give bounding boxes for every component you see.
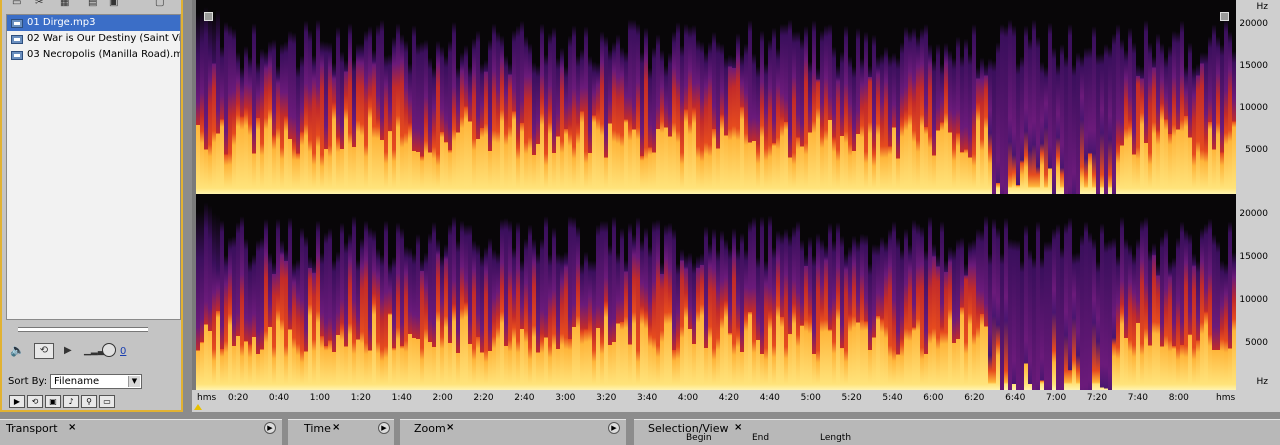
time-tick-label: 3:40	[637, 393, 658, 403]
tab-time[interactable]: Time	[304, 422, 331, 435]
time-panel: Time × ▶	[288, 419, 394, 445]
audio-file-icon	[11, 51, 23, 60]
time-tick-label: 6:00	[923, 393, 944, 403]
show-info-icon[interactable]: ▭	[99, 395, 115, 408]
insert-icon[interactable]: ▤	[88, 0, 97, 8]
time-tick-label: 1:20	[350, 393, 371, 403]
selection-length-header: Length	[820, 433, 852, 443]
zoom-panel: Zoom × ▶	[400, 419, 626, 445]
time-tick-label: 6:40	[1005, 393, 1026, 403]
time-unit-label-right: hms	[1216, 393, 1236, 403]
tab-zoom[interactable]: Zoom	[414, 422, 446, 435]
playhead-marker[interactable]	[194, 404, 202, 410]
auto-play-icon[interactable]: ▣	[45, 395, 61, 408]
time-tick-label: 4:40	[759, 393, 780, 403]
time-tick-label: 0:20	[228, 393, 249, 403]
time-tick-label: 0:40	[268, 393, 290, 403]
loop-file-icon[interactable]: ⟲	[27, 395, 43, 408]
zoom-handle-left-icon[interactable]	[204, 12, 213, 21]
sort-by-value: Filename	[54, 376, 100, 387]
time-tick-label: 6:20	[964, 393, 985, 403]
time-tick-label: 3:00	[555, 393, 576, 403]
files-panel: ▭ ✂ ▦ ▤ ▣ ▢ 01 Dirge.mp3 02 War is Our D…	[0, 0, 183, 412]
time-tick-label: 7:40	[1127, 393, 1149, 403]
selection-end-header: End	[752, 433, 770, 443]
time-tick-label: 5:20	[841, 393, 862, 403]
spectrogram[interactable]	[196, 0, 1236, 390]
hz-tick-label: 20000	[1239, 19, 1268, 29]
speaker-icon[interactable]: 🔈	[10, 343, 25, 357]
file-item-02[interactable]: 02 War is Our Destiny (Saint Vitus	[7, 31, 180, 47]
chevron-down-icon: ▼	[128, 376, 140, 387]
panel-menu-icon[interactable]: ▶	[264, 422, 276, 434]
hz-tick-label: 10000	[1239, 295, 1268, 305]
time-tick-label: 3:20	[596, 393, 617, 403]
filter-icon[interactable]: ⚲	[81, 395, 97, 408]
time-tick-label: 4:20	[718, 393, 740, 403]
file-item-label: 03 Necropolis (Manilla Road).mp3	[27, 49, 181, 60]
time-tick-label: 7:20	[1086, 393, 1108, 403]
hz-unit-label: Hz	[1256, 2, 1269, 12]
time-tick-label: 2:20	[473, 393, 494, 403]
music-note-icon[interactable]: ♪	[63, 395, 79, 408]
file-list[interactable]: 01 Dirge.mp3 02 War is Our Destiny (Sain…	[6, 14, 181, 320]
hz-unit-label-bottom: Hz	[1256, 377, 1269, 387]
volume-knob[interactable]	[102, 343, 116, 357]
file-item-03[interactable]: 03 Necropolis (Manilla Road).mp3	[7, 47, 180, 63]
selection-view-panel: Selection/View × Begin End Length	[634, 419, 1280, 445]
play-file-icon[interactable]: ▶	[9, 395, 25, 408]
panel-menu-icon[interactable]: ▶	[378, 422, 390, 434]
hz-tick-label: 5000	[1245, 338, 1268, 348]
time-tick-label: 4:00	[677, 393, 699, 403]
close-file-icon[interactable]: ✂	[35, 0, 43, 8]
close-icon[interactable]: ×	[332, 422, 340, 433]
time-tick-label: 5:00	[800, 393, 821, 403]
spectral-frequency-display: Hz 20000 15000 10000 5000 20000 15000 10…	[192, 0, 1280, 412]
volume-value[interactable]: 0	[120, 346, 126, 357]
import-icon[interactable]: ▦	[60, 0, 69, 8]
file-item-label: 02 War is Our Destiny (Saint Vitus	[27, 33, 181, 44]
close-icon[interactable]: ×	[446, 422, 454, 433]
panel-options-icon[interactable]: ▢	[155, 0, 164, 8]
open-file-icon[interactable]: ▭	[12, 0, 21, 8]
close-icon[interactable]: ×	[68, 422, 76, 433]
time-tick-label: 2:40	[514, 393, 535, 403]
spectrogram-right-channel[interactable]	[196, 196, 1236, 390]
file-item-01[interactable]: 01 Dirge.mp3	[7, 15, 180, 31]
hz-tick-label: 15000	[1239, 252, 1268, 262]
spectrogram-left-channel[interactable]	[196, 0, 1236, 194]
frequency-ruler: Hz 20000 15000 10000 5000 20000 15000 10…	[1236, 0, 1280, 390]
preview-controls: 🔈 ⟲ ▶ ▁▂▃ 0	[10, 343, 180, 361]
time-tick-label: 2:00	[432, 393, 453, 403]
horizontal-scrollbar[interactable]	[18, 327, 148, 332]
play-icon[interactable]: ▶	[64, 345, 72, 356]
time-tick-label: 5:40	[882, 393, 903, 403]
close-icon[interactable]: ×	[734, 422, 742, 433]
audio-file-icon	[11, 19, 23, 28]
time-unit-label: hms	[197, 393, 217, 403]
time-tick-label: 1:40	[391, 393, 412, 403]
audio-file-icon	[11, 35, 23, 44]
panel-menu-icon[interactable]: ▶	[608, 422, 620, 434]
sort-by-select[interactable]: Filename ▼	[50, 374, 142, 389]
zoom-handle-right-icon[interactable]	[1220, 12, 1229, 21]
transport-panel: Transport × ▶	[0, 419, 282, 445]
selection-begin-header: Begin	[686, 433, 712, 443]
loop-button[interactable]: ⟲	[34, 343, 54, 359]
time-ruler[interactable]: hms 0:20 0:40 1:00 1:20 1:40 2:00 2:20 2:40 3:00…	[192, 390, 1280, 412]
hz-tick-label: 15000	[1239, 61, 1268, 71]
edit-file-icon[interactable]: ▣	[109, 0, 118, 8]
sort-by-label: Sort By:	[8, 376, 48, 387]
time-tick-label: 8:00	[1168, 393, 1189, 403]
file-item-label: 01 Dirge.mp3	[27, 17, 96, 28]
tab-transport[interactable]: Transport	[6, 422, 58, 435]
files-toolbar: ▭ ✂ ▦ ▤ ▣ ▢	[2, 0, 181, 13]
hz-tick-label: 20000	[1239, 209, 1268, 219]
files-bottom-toolbar: ▶ ⟲ ▣ ♪ ⚲ ▭	[9, 395, 117, 409]
hz-tick-label: 10000	[1239, 103, 1268, 113]
time-tick-label: 1:00	[309, 393, 331, 403]
time-tick-label: 7:00	[1046, 393, 1067, 403]
hz-tick-label: 5000	[1245, 145, 1268, 155]
